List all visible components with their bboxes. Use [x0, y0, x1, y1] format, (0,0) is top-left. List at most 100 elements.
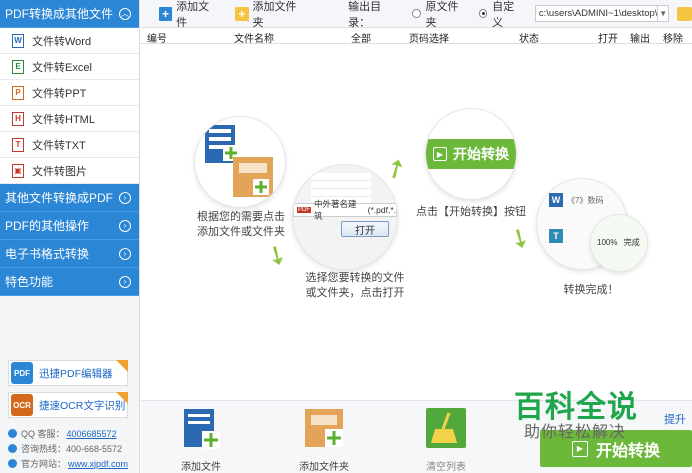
- add-file-icon: [184, 409, 220, 449]
- add-folder-button[interactable]: + 添加文件夹: [235, 0, 304, 30]
- dialog-filter: (*.pdf,*.: [367, 205, 396, 215]
- promo-label: 捷速OCR文字识别: [39, 399, 126, 412]
- play-icon: ▶: [433, 147, 447, 161]
- arrow-icon: ➘: [260, 236, 295, 274]
- bottom-add-file-button[interactable]: 添加文件: [166, 407, 236, 473]
- step2-line1: 选择您要转换的文件: [305, 272, 405, 284]
- excel-file-icon: E: [12, 59, 24, 74]
- sidebar-item-label: 文件转Word: [32, 35, 92, 48]
- html-file-icon: H: [12, 111, 24, 126]
- col-output: 输出: [630, 34, 650, 45]
- bottom-clear-list-button[interactable]: 清空列表: [411, 407, 481, 473]
- txt-file-icon: T: [12, 137, 24, 152]
- file-table-header: 编号 文件名称 全部 页码选择 状态 打开 输出 移除: [141, 28, 692, 45]
- folder-plus-icon: +: [235, 6, 249, 21]
- promo-ocr[interactable]: OCR 捷速OCR文字识别: [8, 392, 128, 418]
- watermark-subtitle: 助你轻松解决: [524, 424, 627, 441]
- output-path-value: c:\users\ADMINI~1\desktop\: [538, 8, 658, 19]
- start-convert-preview: ▶ 开始转换: [426, 139, 516, 169]
- website-link[interactable]: www.xjpdf.com: [68, 459, 128, 469]
- sidebar-section-other-to-pdf[interactable]: 其他文件转换成PDF ›: [0, 184, 139, 212]
- contact-label: 官方网站：: [21, 459, 67, 469]
- phone-icon: [8, 444, 17, 453]
- arrow-icon: ➘: [503, 219, 538, 257]
- sidebar-section-ebook[interactable]: 电子书格式转换 ›: [0, 240, 139, 268]
- radio-custom-folder[interactable]: 自定义: [478, 0, 523, 30]
- toolbar: + 添加文件 + 添加文件夹 输出目录： 原文件夹 自定义 c:\users\A…: [141, 0, 692, 30]
- section-label: PDF转换成其他文件: [5, 7, 114, 21]
- sidebar-item-label: 文件转图片: [32, 165, 87, 178]
- col-filename: 文件名称: [234, 34, 274, 45]
- txt-file-icon: T: [549, 229, 563, 243]
- pdf-icon: PDF: [297, 207, 311, 213]
- result-row: T: [549, 229, 569, 247]
- result-filename: 《7》数码: [567, 195, 604, 205]
- qq-icon: [8, 429, 17, 438]
- ocr-icon: OCR: [11, 394, 33, 416]
- word-file-icon: W: [549, 193, 563, 207]
- dropdown-arrow-icon[interactable]: ▼: [657, 6, 667, 21]
- new-badge-icon: [116, 392, 128, 404]
- step4-text: 转换完成！: [563, 284, 619, 296]
- progress-readout: 100% 完成: [597, 237, 640, 248]
- contact-site: 官方网站： www.xjpdf.com: [8, 457, 128, 470]
- chevron-right-icon: ›: [119, 219, 131, 232]
- chevron-right-icon: ›: [119, 191, 131, 204]
- sidebar-item-txt[interactable]: T 文件转TXT: [0, 132, 139, 158]
- promo-pdf-editor[interactable]: PDF 迅捷PDF编辑器: [8, 360, 128, 386]
- qq-link[interactable]: 4006685572: [67, 429, 117, 439]
- bottom-add-folder-label: 添加文件夹: [299, 462, 349, 473]
- contact-label: 咨询热线：: [21, 444, 67, 454]
- image-file-icon: ▣: [12, 163, 24, 178]
- contact-hotline: 咨询热线： 400-668-5572: [8, 442, 122, 455]
- promo-label: 迅捷PDF编辑器: [39, 367, 113, 380]
- radio-original-folder[interactable]: 原文件夹: [411, 0, 467, 30]
- sidebar-item-word[interactable]: W 文件转Word: [0, 28, 139, 54]
- col-open: 打开: [598, 34, 618, 45]
- radio-icon: [411, 9, 421, 18]
- pdf-editor-icon: PDF: [11, 362, 33, 384]
- start-convert-label: 开始转换: [453, 146, 509, 162]
- bottom-clear-list-label: 清空列表: [426, 462, 466, 473]
- upgrade-link[interactable]: 提升: [664, 411, 686, 427]
- progress-percent: 100%: [597, 238, 618, 247]
- add-file-folder-icon: [205, 125, 273, 197]
- col-number: 编号: [147, 34, 167, 45]
- output-dir-label: 输出目录：: [348, 0, 382, 29]
- result-row: W 《7》数码: [549, 191, 627, 209]
- word-file-icon: W: [12, 33, 24, 48]
- sidebar-item-excel[interactable]: E 文件转Excel: [0, 54, 139, 80]
- col-all[interactable]: 全部: [351, 30, 371, 45]
- section-label: 其他文件转换成PDF: [5, 191, 114, 205]
- output-path-input[interactable]: c:\users\ADMINI~1\desktop\ ▼: [534, 5, 669, 22]
- sidebar-section-pdf-other-ops[interactable]: PDF的其他操作 ›: [0, 212, 139, 240]
- sidebar-item-ppt[interactable]: P 文件转PPT: [0, 80, 139, 106]
- sidebar-item-image[interactable]: ▣ 文件转图片: [0, 158, 139, 184]
- bottom-add-folder-button[interactable]: 添加文件夹: [289, 407, 359, 473]
- sidebar-item-html[interactable]: H 文件转HTML: [0, 106, 139, 132]
- hotline-value: 400-668-5572: [66, 443, 123, 454]
- play-icon: ▶: [571, 440, 588, 457]
- step2-text: 选择您要转换的文件 或文件夹，点击打开: [289, 271, 421, 301]
- plus-icon: +: [159, 6, 173, 21]
- sidebar-item-label: 文件转PPT: [32, 87, 87, 100]
- sidebar-item-label: 文件转TXT: [32, 139, 86, 152]
- sidebar-section-features[interactable]: 特色功能 ›: [0, 268, 139, 296]
- sidebar-section-pdf-to-other[interactable]: PDF转换成其他文件 ︿: [0, 0, 139, 28]
- contact-label: QQ 客服：: [21, 429, 65, 439]
- browse-folder-icon[interactable]: [676, 6, 692, 21]
- step3-illustration: ▶ 开始转换: [426, 109, 516, 199]
- chevron-right-icon: ›: [119, 275, 131, 288]
- add-file-button[interactable]: + 添加文件: [159, 0, 217, 30]
- dialog-filename-row: PDF 中外著名建筑 (*.pdf,*.: [293, 199, 397, 221]
- section-label: PDF的其他操作: [5, 219, 90, 233]
- new-badge-icon: [116, 360, 128, 372]
- col-status: 状态: [519, 34, 539, 45]
- bottom-add-file-label: 添加文件: [181, 462, 221, 473]
- step1-illustration: [195, 117, 285, 207]
- sidebar-item-label: 文件转Excel: [32, 61, 92, 74]
- col-remove: 移除: [663, 34, 683, 45]
- col-page-select: 页码选择: [409, 34, 449, 45]
- chevron-up-icon: ︿: [119, 7, 131, 20]
- ppt-file-icon: P: [12, 85, 24, 100]
